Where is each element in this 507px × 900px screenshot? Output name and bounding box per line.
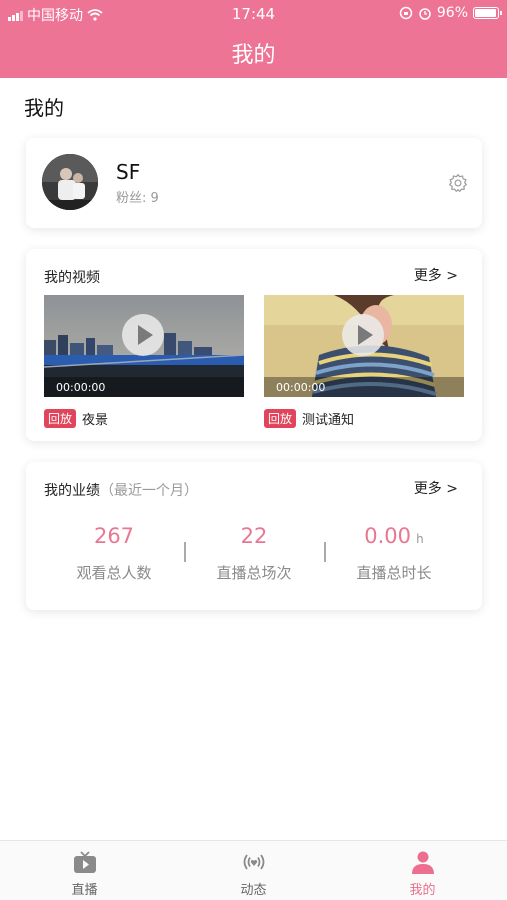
video-label[interactable]: 回放 夜景 xyxy=(44,409,108,428)
profile-name: SF xyxy=(116,160,141,184)
status-bar: 中国移动 17:44 96% xyxy=(0,0,507,28)
stat-total-viewers: 267 观看总人数 xyxy=(44,524,184,583)
video-title: 夜景 xyxy=(82,413,109,428)
tab-label: 直播 xyxy=(71,883,98,898)
tab-feed[interactable]: 动态 xyxy=(169,849,338,898)
video-duration: 00:00:00 xyxy=(56,381,106,394)
performance-subtitle: （最近一个月） xyxy=(100,483,198,499)
battery-percent: 96% xyxy=(436,5,468,21)
stat-total-duration: 0.00 h 直播总时长 xyxy=(324,524,464,583)
avatar[interactable] xyxy=(42,154,98,210)
nav-title: 我的 xyxy=(231,43,276,68)
replay-badge: 回放 xyxy=(44,409,77,428)
stat-value: 22 xyxy=(240,524,268,548)
tab-mine[interactable]: 我的 xyxy=(338,849,507,898)
stat-label: 直播总场次 xyxy=(216,564,292,582)
performance-more-link[interactable]: 更多 > xyxy=(414,478,458,498)
stat-label: 直播总时长 xyxy=(356,564,432,582)
tab-bar: 直播 动态 我的 xyxy=(0,840,507,900)
videos-more-link[interactable]: 更多 > xyxy=(414,265,458,285)
replay-badge: 回放 xyxy=(264,409,297,428)
broadcast-heart-icon xyxy=(243,854,264,870)
videos-title: 我的视频 xyxy=(44,270,100,286)
video-thumbnail[interactable]: 00:00:00 xyxy=(264,295,464,397)
tab-live[interactable]: 直播 xyxy=(0,849,169,898)
alarm-icon xyxy=(419,8,431,20)
stat-value: 267 xyxy=(93,524,135,548)
stat-label: 观看总人数 xyxy=(76,564,152,582)
tab-label: 动态 xyxy=(240,883,267,898)
person-icon xyxy=(411,851,434,874)
play-icon[interactable] xyxy=(122,314,164,356)
performance-title: 我的业绩（最近一个月） xyxy=(44,480,198,500)
performance-title-text: 我的业绩 xyxy=(44,483,100,499)
page-heading: 我的 xyxy=(24,96,64,120)
video-thumbnail[interactable]: 00:00:00 xyxy=(44,295,244,397)
video-title: 测试通知 xyxy=(302,413,355,428)
my-videos-card: 我的视频 更多 > 00:00:00 回放 夜景 00:00:00 回放 测试通… xyxy=(26,249,482,441)
stat-unit: h xyxy=(416,532,424,546)
stat-value: 0.00 xyxy=(364,524,412,548)
profile-card[interactable]: SF 粉丝: 9 xyxy=(26,138,482,228)
gear-icon[interactable] xyxy=(448,173,468,193)
battery-icon xyxy=(473,7,502,19)
play-icon[interactable] xyxy=(342,314,384,356)
tab-label: 我的 xyxy=(409,883,436,898)
stat-total-sessions: 22 直播总场次 xyxy=(184,524,324,583)
header-bar: 中国移动 17:44 96% 我的 xyxy=(0,0,507,78)
video-label[interactable]: 回放 测试通知 xyxy=(264,409,354,428)
video-duration: 00:00:00 xyxy=(276,381,326,394)
my-performance-card: 我的业绩（最近一个月） 更多 > 267 观看总人数 22 直播总场次 0.00… xyxy=(26,462,482,610)
tv-play-icon xyxy=(73,851,96,873)
fans-count: 粉丝: 9 xyxy=(116,191,159,206)
rotation-lock-icon xyxy=(399,6,413,20)
